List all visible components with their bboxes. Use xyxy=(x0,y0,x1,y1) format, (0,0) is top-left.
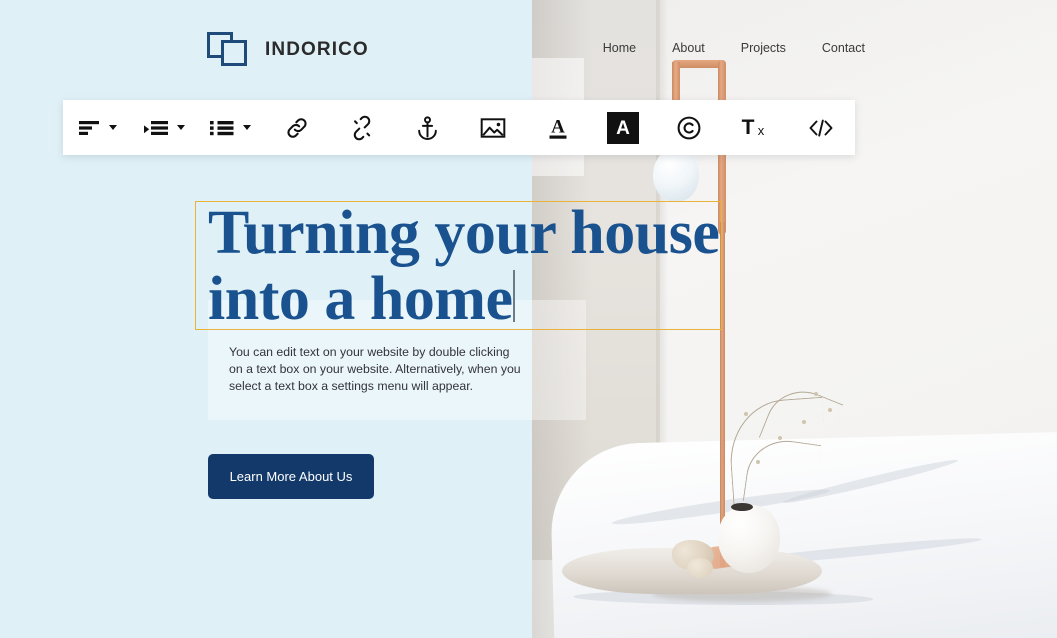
image-icon[interactable] xyxy=(460,100,525,155)
text-align-icon[interactable] xyxy=(63,100,131,155)
site-header: INDORICO Home About Projects Contact xyxy=(0,0,1057,98)
chevron-down-icon[interactable] xyxy=(176,125,185,130)
branch-bud xyxy=(756,460,760,464)
chevron-down-icon[interactable] xyxy=(108,125,117,130)
branch-bud xyxy=(778,436,782,440)
nav-item-about[interactable]: About xyxy=(654,41,723,55)
text-cursor xyxy=(513,270,515,322)
highlight-color-icon[interactable]: A xyxy=(591,100,656,155)
chevron-down-icon[interactable] xyxy=(243,125,252,130)
branch-bud xyxy=(744,412,748,416)
svg-text:T: T xyxy=(742,116,755,139)
clear-formatting-icon[interactable]: T x xyxy=(721,100,786,155)
heading-selection-box[interactable]: Turning your house into a home xyxy=(195,200,722,332)
indent-icon[interactable] xyxy=(131,100,197,155)
learn-more-button[interactable]: Learn More About Us xyxy=(208,454,374,499)
logo-text: INDORICO xyxy=(265,39,369,60)
overlapping-squares-logo-icon xyxy=(207,30,251,70)
code-icon[interactable] xyxy=(787,100,855,155)
editor-canvas: INDORICO Home About Projects Contact A A… xyxy=(0,0,1057,638)
decor-stone xyxy=(687,558,713,578)
main-navigation: Home About Projects Contact xyxy=(585,41,883,55)
branch-bud xyxy=(828,408,832,412)
ceramic-vase xyxy=(718,505,780,573)
unlink-icon[interactable] xyxy=(329,100,394,155)
branch-bud xyxy=(802,420,806,424)
svg-text:A: A xyxy=(551,116,565,137)
page-title[interactable]: Turning your house into a home xyxy=(208,200,728,332)
branch-bud xyxy=(814,392,818,396)
link-icon[interactable] xyxy=(264,100,329,155)
lamp-bulb xyxy=(653,148,699,202)
nav-item-contact[interactable]: Contact xyxy=(804,41,883,55)
logo-square-front xyxy=(221,40,247,66)
copyright-icon[interactable] xyxy=(656,100,721,155)
svg-text:A: A xyxy=(617,118,631,139)
nav-item-home[interactable]: Home xyxy=(585,41,654,55)
hero-body-text[interactable]: You can edit text on your website by dou… xyxy=(229,344,521,394)
svg-text:x: x xyxy=(758,123,765,138)
anchor-icon[interactable] xyxy=(395,100,460,155)
text-color-icon[interactable]: A xyxy=(525,100,590,155)
vase-opening xyxy=(731,503,753,511)
site-logo[interactable]: INDORICO xyxy=(207,30,369,70)
text-editing-toolbar: A A T x xyxy=(63,100,855,155)
nav-item-projects[interactable]: Projects xyxy=(723,41,804,55)
bulleted-list-icon[interactable] xyxy=(198,100,264,155)
